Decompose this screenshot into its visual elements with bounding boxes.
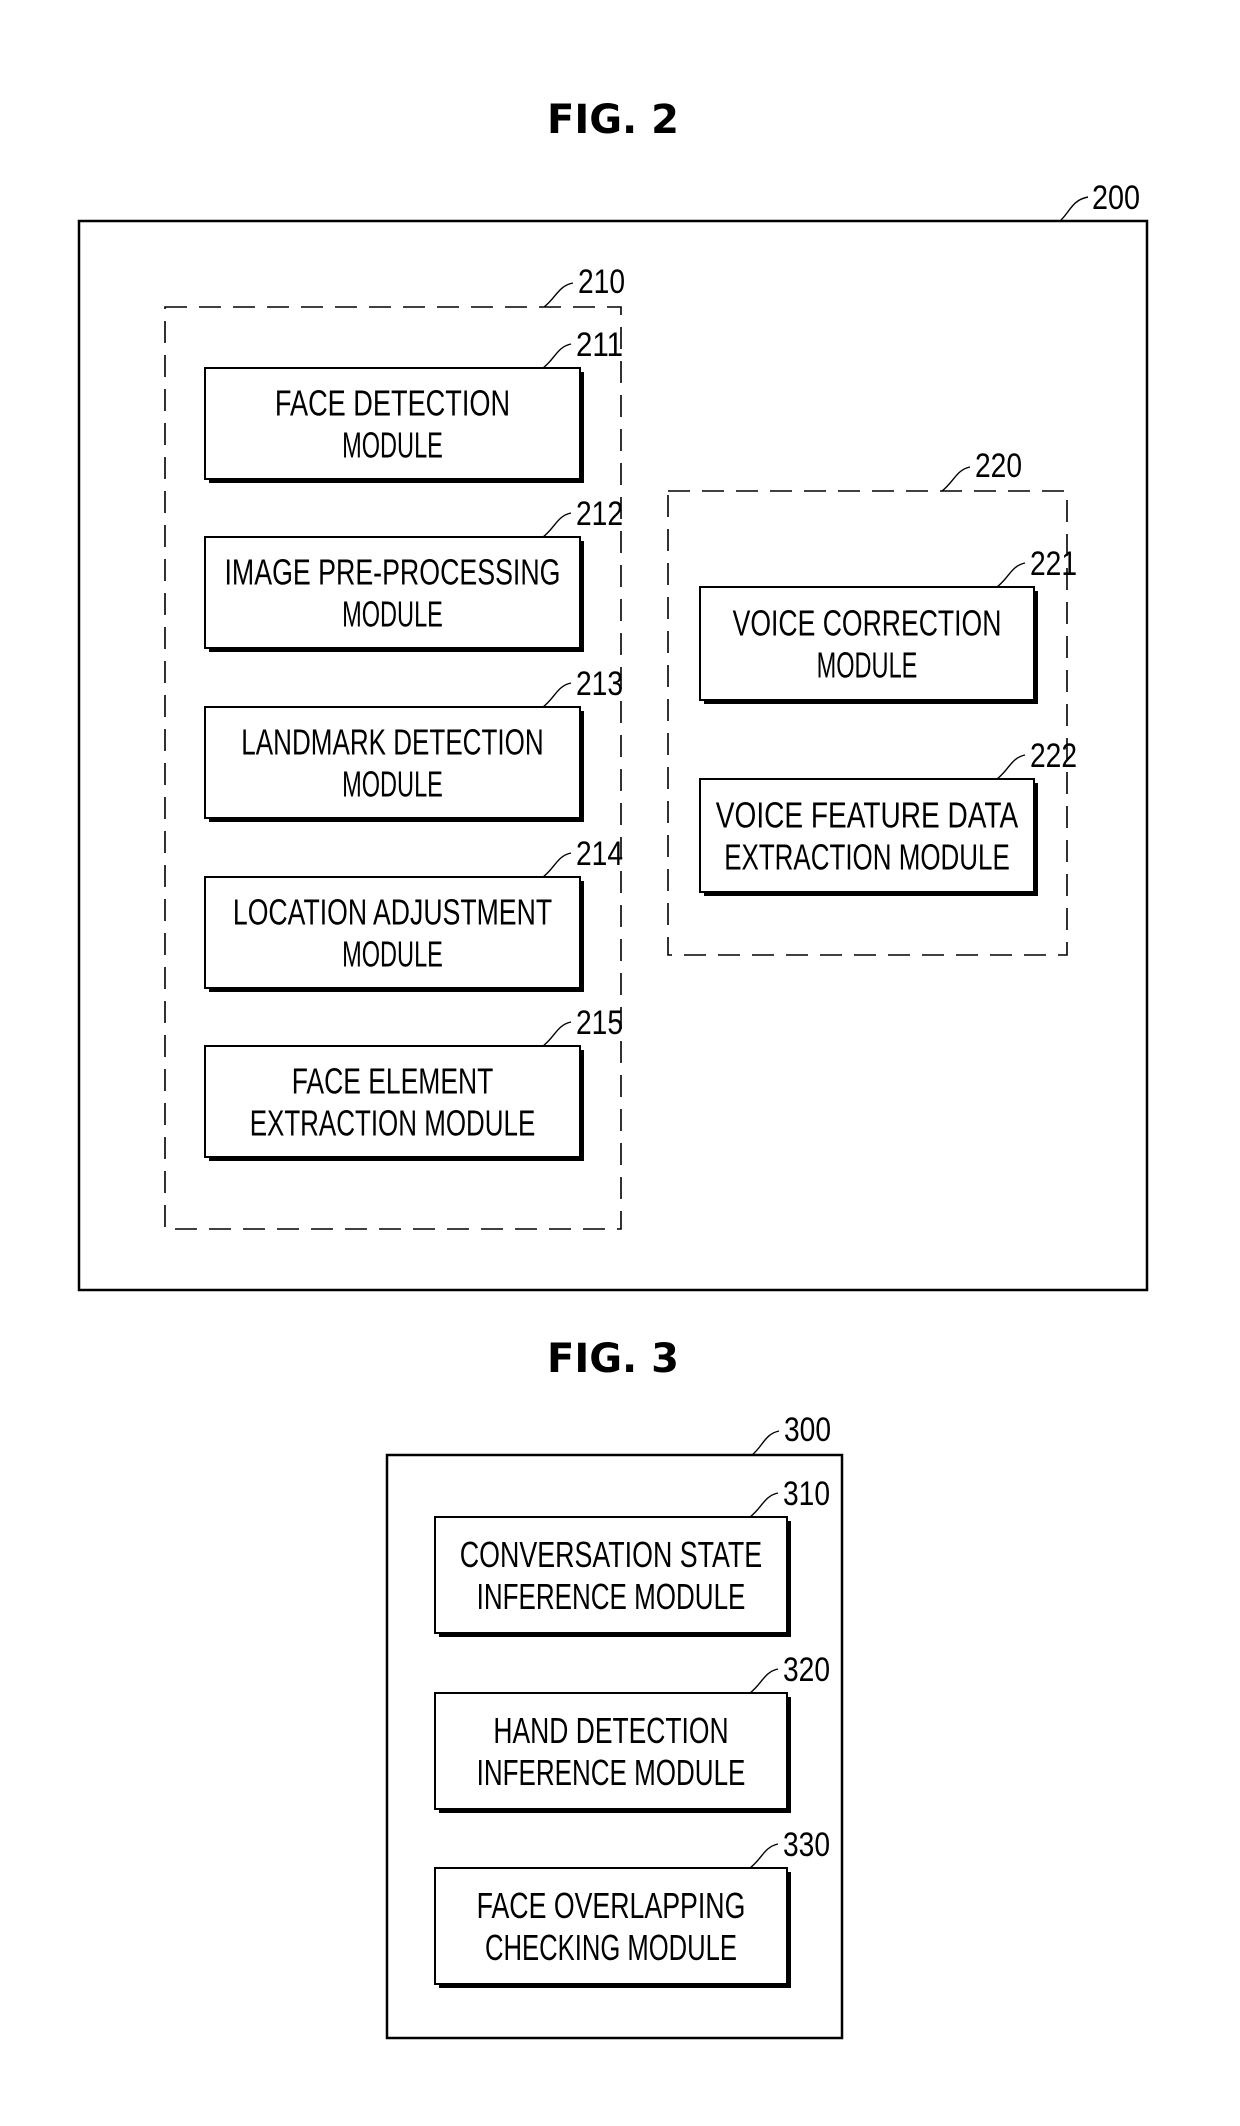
- module-221-ref: 221: [1030, 545, 1077, 583]
- figure-2-title: FIG. 2: [547, 97, 679, 143]
- module-310-leader: [749, 1492, 779, 1518]
- system-300-leader: [751, 1430, 780, 1456]
- module-310-label-line-2: INFERENCE MODULE: [477, 1576, 746, 1617]
- module-221: 221 VOICE CORRECTIONMODULE: [699, 545, 1077, 704]
- module-212-label-line-1: IMAGE PRE-PROCESSING: [225, 552, 561, 593]
- patent-drawing-sheet: FIG. 2 200 210 211FACE DETECTIONMODULE21…: [77, 97, 1149, 2040]
- module-215-ref: 215: [576, 1004, 623, 1042]
- module-213-label-line-2: MODULE: [342, 764, 443, 805]
- module-320-ref: 320: [783, 1651, 830, 1689]
- module-215-label-line-1: FACE ELEMENT: [292, 1061, 494, 1102]
- module-212-ref: 212: [576, 495, 623, 533]
- module-213-ref: 213: [576, 665, 623, 703]
- module-213-label-line-1: LANDMARK DETECTION: [241, 722, 543, 763]
- system-200-ref: 200: [1092, 179, 1140, 217]
- module-320-leader: [749, 1668, 779, 1694]
- module-213-leader: [542, 682, 572, 708]
- group-220-leader: [941, 466, 971, 492]
- module-211-label-line-2: MODULE: [342, 425, 443, 466]
- module-213: 213 LANDMARK DETECTIONMODULE: [204, 665, 623, 822]
- module-310-ref: 310: [783, 1475, 830, 1513]
- module-222: 222 VOICE FEATURE DATAEXTRACTION MODULE: [699, 737, 1077, 896]
- group-210-modules: 211FACE DETECTIONMODULE212IMAGE PRE-PROC…: [204, 326, 623, 1161]
- module-330-leader: [749, 1843, 779, 1869]
- module-320-label-line-2: INFERENCE MODULE: [477, 1752, 746, 1793]
- module-214: 214 LOCATION ADJUSTMENTMODULE: [204, 835, 623, 992]
- module-330-label-line-1: FACE OVERLAPPING: [477, 1885, 746, 1926]
- module-222-label-line-2: EXTRACTION MODULE: [724, 837, 1010, 878]
- module-212-leader: [542, 512, 572, 538]
- module-310-label-line-1: CONVERSATION STATE: [460, 1534, 762, 1575]
- group-220: 220 221 VOICE CORRECTIONMODULE 222 VOICE FE…: [667, 447, 1077, 956]
- module-320-label-line-1: HAND DETECTION: [493, 1710, 728, 1751]
- module-211-ref: 211: [576, 326, 623, 364]
- module-310: 310 CONVERSATION STATEINFERENCE MODULE: [434, 1475, 830, 1637]
- module-221-label-line-2: MODULE: [817, 645, 918, 686]
- module-211-leader: [542, 343, 572, 369]
- group-210: 210 211FACE DETECTIONMODULE212IMAGE PRE-…: [164, 263, 625, 1230]
- system-300-modules: 310CONVERSATION STATEINFERENCE MODULE320…: [434, 1475, 830, 1988]
- module-214-label-line-2: MODULE: [342, 934, 443, 975]
- module-211: 211 FACE DETECTIONMODULE: [204, 326, 623, 483]
- module-212: 212 IMAGE PRE-PROCESSINGMODULE: [204, 495, 623, 652]
- module-330-ref: 330: [783, 1826, 830, 1864]
- module-221-leader: [996, 562, 1026, 588]
- module-222-ref: 222: [1030, 737, 1077, 775]
- module-214-leader: [542, 852, 572, 878]
- group-220-modules: 221 VOICE CORRECTIONMODULE 222 VOICE FEATUR…: [699, 545, 1077, 896]
- system-300: 300 310CONVERSATION STATEINFERENCE MODUL…: [385, 1411, 844, 2040]
- module-214-ref: 214: [576, 835, 623, 873]
- figure-3-title: FIG. 3: [547, 1336, 679, 1382]
- system-200-leader: [1059, 196, 1089, 222]
- module-215-leader: [542, 1021, 572, 1047]
- group-210-leader: [543, 282, 574, 308]
- module-330: 330 FACE OVERLAPPINGCHECKING MODULE: [434, 1826, 830, 1988]
- group-220-ref: 220: [975, 447, 1022, 485]
- group-210-ref: 210: [578, 263, 625, 301]
- module-222-leader: [996, 754, 1026, 780]
- module-211-label-line-1: FACE DETECTION: [275, 383, 510, 424]
- module-330-label-line-2: CHECKING MODULE: [485, 1927, 737, 1968]
- module-212-label-line-2: MODULE: [342, 594, 443, 635]
- module-221-label-line-1: VOICE CORRECTION: [733, 603, 1002, 644]
- module-215: 215 FACE ELEMENTEXTRACTION MODULE: [204, 1004, 623, 1161]
- module-222-label-line-1: VOICE FEATURE DATA: [716, 795, 1018, 836]
- module-320: 320 HAND DETECTIONINFERENCE MODULE: [434, 1651, 830, 1813]
- module-214-label-line-1: LOCATION ADJUSTMENT: [233, 892, 552, 933]
- system-300-ref: 300: [784, 1411, 831, 1449]
- figure-3: FIG. 3 300 310CONVERSATION STATEINFERENC…: [385, 1336, 844, 2040]
- figure-2: FIG. 2 200 210 211FACE DETECTIONMODULE21…: [77, 97, 1149, 1292]
- module-215-label-line-2: EXTRACTION MODULE: [250, 1103, 536, 1144]
